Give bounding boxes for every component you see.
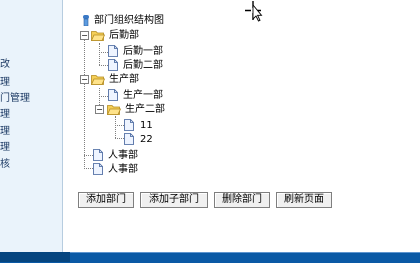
tree-node-logistics[interactable]: − 后勤部 xyxy=(78,29,198,42)
sidebar-item[interactable]: 核 xyxy=(0,158,10,171)
tree-node-label: 人事部 xyxy=(108,150,138,161)
mouse-cursor-icon xyxy=(245,1,263,22)
tree-node-label: 11 xyxy=(140,120,153,131)
document-icon xyxy=(108,59,118,71)
tree-root-icon xyxy=(83,15,89,26)
tree-node-label: 后勤部 xyxy=(109,30,139,41)
tree-node-22[interactable]: 22 xyxy=(124,133,184,146)
sidebar-item[interactable]: 理 xyxy=(0,76,10,89)
refresh-page-button[interactable]: 刷新页面 xyxy=(276,192,332,208)
add-sub-department-button[interactable]: 添加子部门 xyxy=(140,192,208,208)
delete-department-button[interactable]: 删除部门 xyxy=(214,192,270,208)
tree-node-11[interactable]: 11 xyxy=(124,119,184,132)
tree-node-production[interactable]: − 生产部 xyxy=(78,73,198,86)
tree-node-hr[interactable]: 人事部 xyxy=(93,163,183,176)
taskbar-start-area[interactable] xyxy=(0,252,70,262)
collapse-toggle-icon[interactable]: − xyxy=(80,31,89,40)
folder-open-icon xyxy=(91,75,105,85)
tree-connector xyxy=(115,116,116,138)
collapse-toggle-icon[interactable]: − xyxy=(80,75,89,84)
tree-node-label: 人事部 xyxy=(108,164,138,175)
tree-node-label: 22 xyxy=(140,134,153,145)
tree-node-logistics-1[interactable]: 后勤一部 xyxy=(108,45,218,58)
tree-connector xyxy=(99,52,108,53)
add-department-button[interactable]: 添加部门 xyxy=(78,192,134,208)
left-nav-sidebar: 改 理 门管理 理 理 理 核 xyxy=(0,0,63,252)
tree-node-production-1[interactable]: 生产一部 xyxy=(108,89,218,102)
sidebar-item[interactable]: 改 xyxy=(0,58,10,71)
document-icon xyxy=(124,133,134,145)
collapse-toggle-icon[interactable]: − xyxy=(95,105,104,114)
tree-node-label: 生产一部 xyxy=(123,90,163,101)
tree-node-label: 后勤一部 xyxy=(123,46,163,57)
tree-connector xyxy=(115,138,124,139)
sidebar-item[interactable]: 理 xyxy=(0,108,10,121)
folder-open-icon xyxy=(91,31,105,41)
document-icon xyxy=(93,149,103,161)
tree-connector xyxy=(84,155,93,156)
sidebar-item-dept-management[interactable]: 门管理 xyxy=(0,92,30,105)
document-icon xyxy=(124,119,134,131)
sidebar-item[interactable]: 理 xyxy=(0,141,10,154)
tree-node-hr[interactable]: 人事部 xyxy=(93,149,183,162)
tree-node-logistics-2[interactable]: 后勤二部 xyxy=(108,59,218,72)
document-icon xyxy=(108,89,118,101)
tree-connector xyxy=(99,96,108,97)
tree-node-production-2[interactable]: − 生产二部 xyxy=(95,103,225,116)
tree-connector xyxy=(115,125,124,126)
document-icon xyxy=(93,163,103,175)
document-icon xyxy=(108,45,118,57)
tree-connector xyxy=(84,37,85,167)
tree-connector xyxy=(84,168,93,169)
tree-node-label: 后勤二部 xyxy=(123,60,163,71)
tree-node-label: 生产部 xyxy=(109,74,139,85)
tree-connector xyxy=(99,65,108,66)
tree-node-label: 生产二部 xyxy=(125,104,165,115)
tree-title: 部门组织结构图 xyxy=(94,15,164,26)
folder-open-icon xyxy=(107,105,121,115)
sidebar-item[interactable]: 理 xyxy=(0,125,10,138)
department-tree: 部门组织结构图 − 后勤部 后勤一部 后勤二部 − 生产部 生产一部 − 生产二… xyxy=(78,10,378,190)
tree-connector xyxy=(99,43,100,65)
